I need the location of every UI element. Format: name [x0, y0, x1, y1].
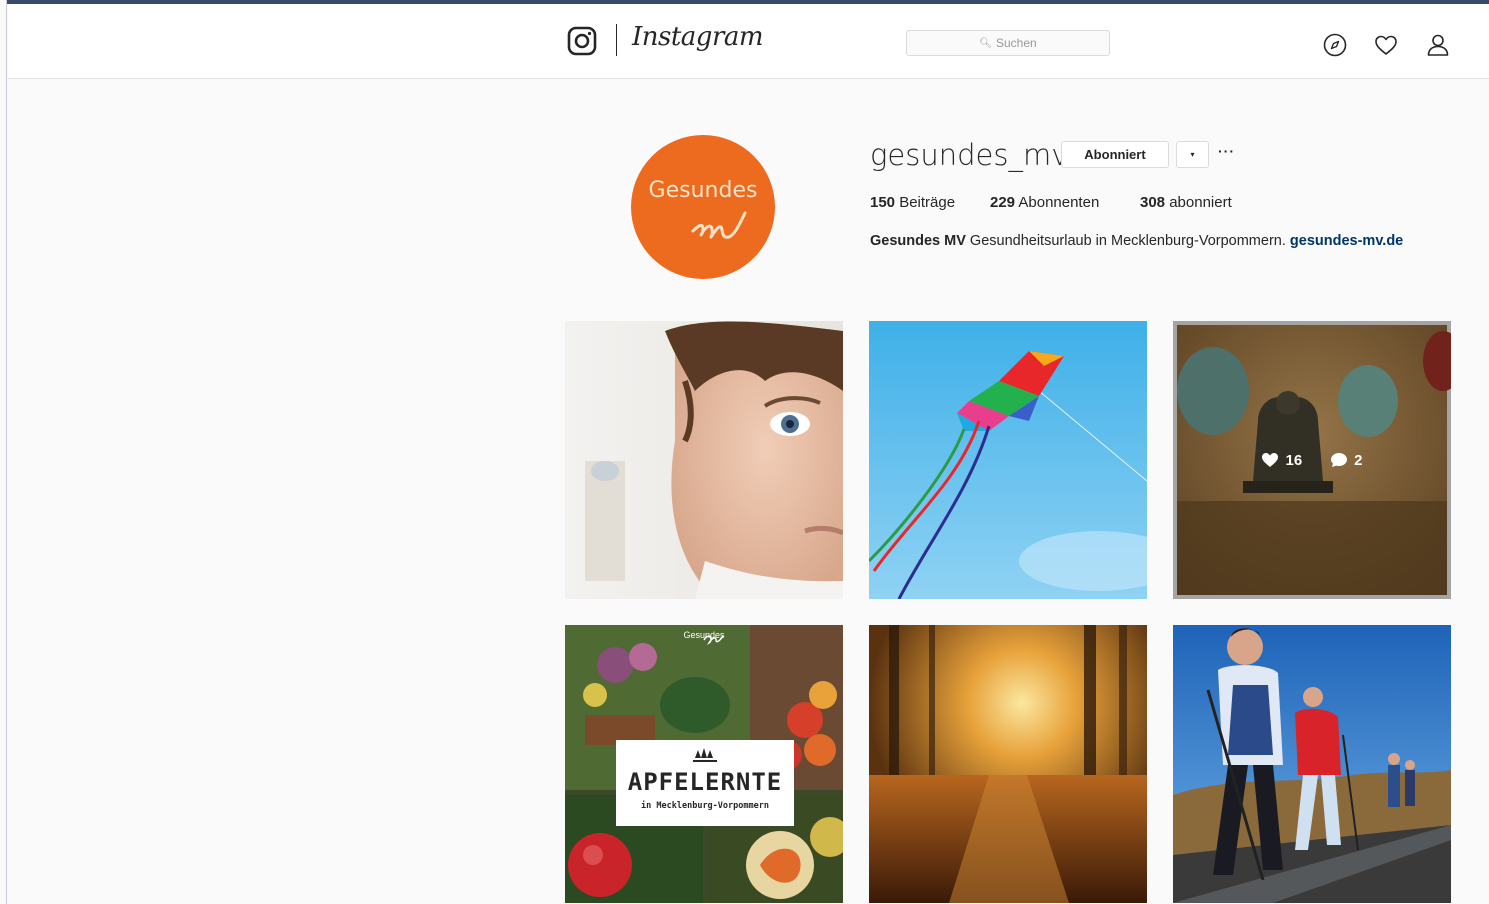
search-input[interactable]: 🔍︎ Suchen	[906, 30, 1110, 56]
profile-username: gesundes_mv	[870, 138, 1069, 172]
search-icon: 🔍︎	[979, 37, 992, 49]
mv-logo-icon	[691, 211, 747, 239]
likes-count: 16	[1285, 451, 1303, 469]
post-tile-1[interactable]	[565, 321, 843, 599]
avatar-brand-text: Gesundes	[648, 178, 758, 203]
followers-stat[interactable]: 229 Abonnenten	[990, 194, 1099, 211]
post-tile-6[interactable]	[1173, 625, 1451, 903]
suggestions-dropdown-button[interactable]: ▾	[1176, 141, 1209, 168]
apple-harvest-photo	[565, 625, 843, 903]
post-tile-3[interactable]: 16 2	[1173, 321, 1451, 599]
heart-filled-icon	[1262, 453, 1279, 467]
apple-post-subtitle: in Mecklenburg-Vorpommern	[641, 801, 769, 811]
apple-post-brand: Gesundes	[683, 630, 725, 640]
post-tile-4[interactable]: Gesundes APFELERNTE in Mecklenburg-Vorpo…	[565, 625, 843, 903]
comment-filled-icon	[1331, 453, 1348, 467]
heart-icon[interactable]	[1373, 32, 1399, 58]
profile-bio: Gesundes MV Gesundheitsurlaub in Mecklen…	[870, 233, 1403, 249]
comments-stat: 2	[1330, 451, 1363, 469]
instagram-wordmark[interactable]: Instagram	[632, 22, 764, 52]
following-stat[interactable]: 308 abonniert	[1140, 194, 1232, 211]
post-tile-5[interactable]	[869, 625, 1147, 903]
post-hover-overlay: 16 2	[1173, 321, 1451, 599]
apple-post-title: APFELERNTE	[627, 768, 783, 796]
bio-text: Gesundheitsurlaub in Mecklenburg-Vorpomm…	[969, 233, 1286, 249]
following-count: 308	[1140, 194, 1166, 211]
posts-count: 150	[870, 194, 896, 211]
bio-link[interactable]: gesundes-mv.de	[1290, 233, 1403, 249]
following-button[interactable]: Abonniert	[1061, 141, 1169, 168]
window-left-border	[0, 0, 7, 904]
more-options-icon[interactable]: ···	[1218, 143, 1235, 159]
posts-stat: 150 Beiträge	[870, 194, 955, 211]
posts-label: Beiträge	[899, 194, 956, 211]
comments-count: 2	[1354, 451, 1363, 469]
logo-divider	[616, 24, 617, 56]
profile-icon[interactable]	[1425, 32, 1451, 58]
man-face-photo	[565, 321, 843, 599]
instagram-camera-icon[interactable]	[567, 26, 597, 56]
top-nav-bar: Instagram 🔍︎ Suchen	[8, 4, 1489, 79]
followers-label: Abonnenten	[1018, 194, 1100, 211]
post-tile-2[interactable]	[869, 321, 1147, 599]
kite-sky-photo	[869, 321, 1147, 599]
profile-avatar[interactable]: Gesundes	[631, 135, 775, 279]
followers-count: 229	[990, 194, 1016, 211]
nordic-walking-photo	[1173, 625, 1451, 903]
bio-name: Gesundes MV	[870, 233, 966, 249]
autumn-forest-photo	[869, 625, 1147, 903]
search-placeholder: Suchen	[996, 36, 1037, 50]
compass-icon[interactable]	[1322, 32, 1348, 58]
likes-stat: 16	[1261, 452, 1302, 469]
following-label: abonniert	[1169, 194, 1232, 211]
